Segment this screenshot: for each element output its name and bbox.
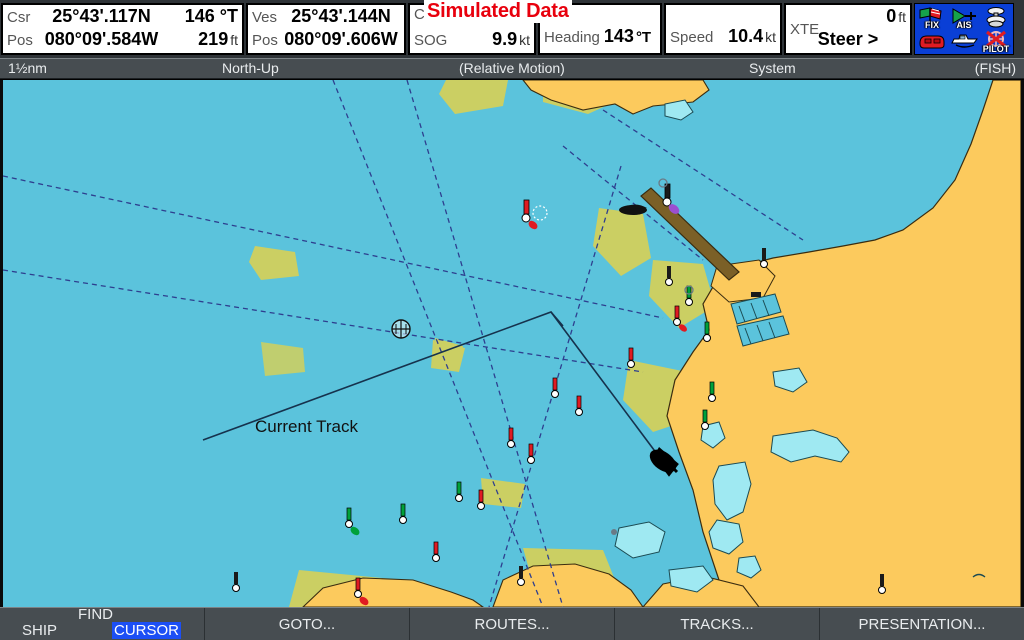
cursor-range-value: 219	[198, 29, 229, 49]
vessel-longitude: 080°09'.606W	[284, 29, 398, 49]
cursor-marker[interactable]	[391, 319, 411, 339]
chart-svg[interactable]: Current Track	[3, 80, 1021, 607]
vessel-latitude: 25°43'.144N	[291, 6, 391, 26]
find-option-ship[interactable]: SHIP	[22, 622, 57, 639]
cursor-range: 219 ft	[162, 29, 238, 50]
heading-value: 143	[603, 25, 634, 46]
chart-source-indicator[interactable]: System	[749, 60, 796, 76]
cursor-bearing: 146 °T	[184, 6, 238, 26]
simulated-data-banner: Simulated Data	[424, 0, 572, 23]
speed-number: 10.4	[728, 25, 764, 46]
sog-unit: kt	[519, 32, 530, 48]
cursor-longitude: 080°09'.584W	[44, 29, 159, 49]
cursor-label: Csr	[7, 9, 31, 26]
sog-label: SOG	[414, 32, 448, 49]
heading-unit: °T	[635, 28, 652, 46]
chart-canvas[interactable]: Current Track	[0, 80, 1024, 607]
vessel-label: Ves	[252, 9, 278, 26]
heading-label: Heading	[544, 28, 600, 46]
cursor-data-box[interactable]: Csr 25°43'.117N 146 °T Pos 080°09'.584W …	[1, 3, 244, 55]
cursor-range-unit: ft	[230, 32, 238, 48]
speed-unit: kt	[765, 28, 776, 45]
cursor-pos-label: Pos	[7, 32, 33, 49]
status-icon-panel: FIX AIS PILOT	[914, 3, 1014, 55]
speed-label: Speed	[670, 28, 714, 46]
softkey-routes[interactable]: ROUTES...	[410, 608, 615, 640]
vessel-pos-label: Pos	[252, 32, 278, 49]
current-track-label: Current Track	[255, 417, 358, 436]
xte-value: 0	[886, 6, 897, 26]
chart-motion-mode-indicator[interactable]: (Relative Motion)	[459, 60, 565, 76]
xte-box[interactable]: 0 ft XTE Steer >	[784, 3, 912, 55]
softkey-bar: FIND SHIP CURSOR GOTO... ROUTES... TRACK…	[0, 606, 1024, 640]
pilot-icon[interactable]: PILOT	[980, 29, 1012, 54]
chart-card-icon[interactable]	[916, 29, 948, 53]
chart-info-strip: 1½nm North-Up (Relative Motion) System (…	[0, 58, 1024, 79]
ais-icon[interactable]: AIS	[948, 5, 980, 30]
cursor-latitude: 25°43'.117N	[52, 6, 151, 26]
xte-label: XTE	[790, 21, 820, 38]
find-title: FIND	[78, 606, 113, 623]
softkey-tracks[interactable]: TRACKS...	[615, 608, 820, 640]
softkey-goto[interactable]: GOTO...	[205, 608, 410, 640]
sog-value: 9.9 kt	[452, 29, 530, 50]
radar-icon[interactable]	[980, 5, 1012, 29]
chart-orientation-indicator[interactable]: North-Up	[222, 60, 279, 76]
vessel-position-box[interactable]: Ves 25°43'.144N Pos 080°09'.606W	[246, 3, 406, 55]
find-option-cursor[interactable]: CURSOR	[112, 622, 182, 639]
softkey-presentation[interactable]: PRESENTATION...	[820, 608, 1024, 640]
chart-mode-indicator[interactable]: (FISH)	[975, 60, 1016, 76]
chart-range-indicator[interactable]: 1½nm	[8, 60, 47, 76]
vessel-icon[interactable]	[948, 29, 980, 53]
speed-box[interactable]: Speed 10.4 kt	[664, 3, 782, 55]
xte-unit: ft	[898, 9, 906, 25]
fix-icon[interactable]: FIX	[916, 5, 948, 30]
header-data-bar: Csr 25°43'.117N 146 °T Pos 080°09'.584W …	[0, 0, 1024, 58]
speed-value: 10.4 kt	[713, 26, 776, 47]
sog-number: 9.9	[492, 29, 518, 49]
softkey-find[interactable]: FIND SHIP CURSOR	[0, 606, 205, 640]
